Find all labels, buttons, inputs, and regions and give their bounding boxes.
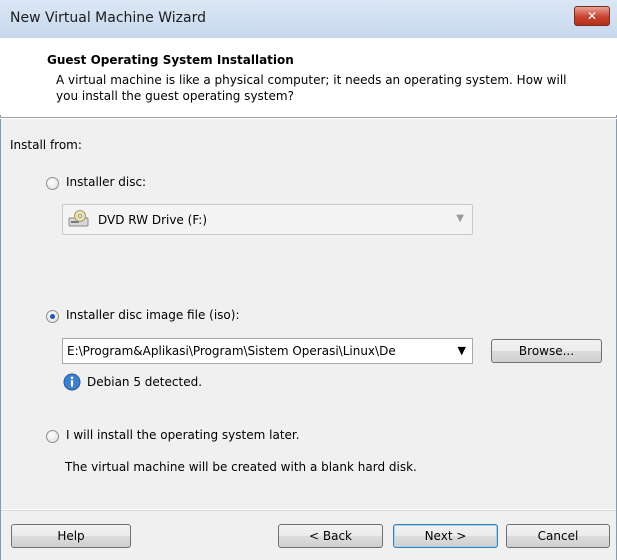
window-title: New Virtual Machine Wizard (10, 10, 206, 26)
chevron-down-icon[interactable]: ▼ (458, 344, 466, 357)
installer-iso-radio[interactable] (46, 310, 59, 323)
help-button[interactable]: Help (11, 524, 131, 548)
installer-iso-label[interactable]: Installer disc image file (iso): (66, 308, 239, 322)
page-title: Guest Operating System Installation (47, 53, 294, 67)
close-button[interactable]: ✕ (574, 6, 610, 26)
wizard-header: Guest Operating System Installation A vi… (0, 38, 617, 115)
drive-select[interactable]: DVD RW Drive (F:) ▼ (62, 204, 473, 235)
next-button[interactable]: Next > (393, 524, 498, 548)
iso-path-combobox[interactable]: E:\Program&Aplikasi\Program\Sistem Opera… (62, 338, 473, 364)
installer-disc-radio[interactable] (46, 177, 59, 190)
chevron-down-icon: ▼ (456, 213, 464, 224)
install-later-note: The virtual machine will be created with… (65, 460, 417, 474)
browse-button[interactable]: Browse... (491, 339, 602, 363)
dvd-drive-icon (68, 210, 89, 227)
cancel-button[interactable]: Cancel (506, 524, 610, 548)
close-icon: ✕ (586, 9, 598, 23)
iso-path-value: E:\Program&Aplikasi\Program\Sistem Opera… (67, 344, 396, 358)
title-bar: New Virtual Machine Wizard ✕ (0, 0, 617, 39)
detected-os-text: Debian 5 detected. (87, 375, 203, 389)
installer-disc-label[interactable]: Installer disc: (66, 175, 146, 189)
back-button[interactable]: < Back (278, 524, 383, 548)
install-later-label[interactable]: I will install the operating system late… (66, 428, 300, 442)
drive-select-value: DVD RW Drive (F:) (98, 213, 208, 227)
info-icon (63, 373, 81, 391)
page-description: A virtual machine is like a physical com… (56, 73, 567, 103)
install-from-label: Install from: (10, 138, 82, 152)
install-later-radio[interactable] (46, 430, 59, 443)
